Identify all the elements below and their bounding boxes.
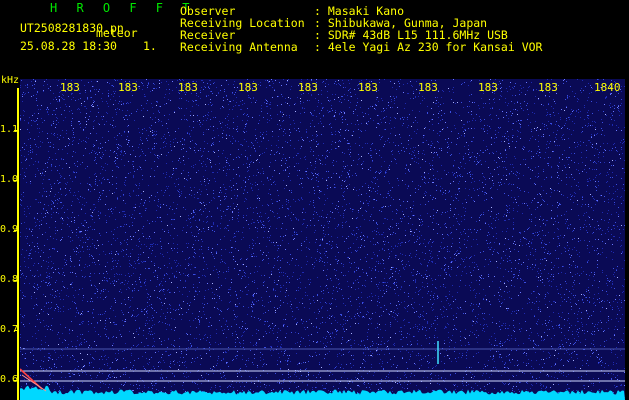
x-tick-label: 183 xyxy=(118,81,138,94)
count-label: 1. xyxy=(143,39,157,53)
y-axis-unit: kHz xyxy=(1,75,20,86)
meta-value: : 4ele Yagi Az 230 for Kansai VOR xyxy=(314,40,543,54)
timestamp: 25.08.28 18:30 xyxy=(20,39,117,53)
x-tick-label: 183 xyxy=(538,81,558,94)
x-tick-label: 183 xyxy=(358,81,378,94)
y-tick-mark xyxy=(14,230,19,231)
y-tick-mark xyxy=(14,330,19,331)
noise-layer xyxy=(20,79,625,400)
x-tick-label: 183 xyxy=(60,81,80,94)
y-tick-mark xyxy=(14,180,19,181)
x-tick-label: 183 xyxy=(238,81,258,94)
x-tick-label: 1840 xyxy=(594,81,621,94)
x-tick-label: 183 xyxy=(178,81,198,94)
y-tick-mark xyxy=(14,380,19,381)
x-tick-label: 183 xyxy=(418,81,438,94)
meta-label: Receiving Antenna xyxy=(180,40,298,54)
meta-antenna: Receiving Antenna : 4ele Yagi Az 230 for … xyxy=(180,41,542,53)
spectrogram-plot xyxy=(20,79,625,400)
x-tick-label: 183 xyxy=(478,81,498,94)
x-tick-label: 183 xyxy=(298,81,318,94)
y-tick-mark xyxy=(14,130,19,131)
app-brand: H R O F F T xyxy=(50,1,196,15)
y-tick-mark xyxy=(14,280,19,281)
file-tag: meteor xyxy=(96,26,138,40)
